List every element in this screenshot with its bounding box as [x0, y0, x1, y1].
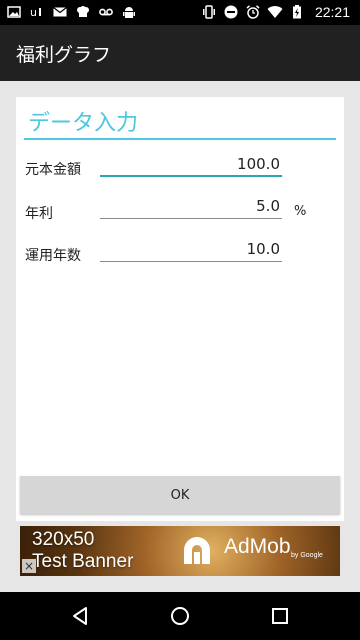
rate-input[interactable]: 5.0: [100, 197, 282, 219]
admob-brand: AdMob: [224, 535, 291, 558]
principal-underline: [100, 175, 282, 177]
do-not-disturb-icon: [223, 4, 239, 20]
years-value: 10.0: [246, 240, 280, 258]
ad-test-text: Test Banner: [32, 551, 134, 572]
alarm-icon: [245, 4, 261, 20]
status-bar: u 22:21: [0, 0, 360, 25]
back-icon[interactable]: [68, 604, 92, 628]
svg-text:u: u: [30, 6, 37, 19]
android-icon: [121, 4, 137, 20]
years-input[interactable]: 10.0: [100, 240, 282, 262]
battery-charging-icon: [289, 4, 305, 20]
rate-unit: %: [294, 204, 307, 219]
ad-size-text: 320x50: [32, 529, 95, 550]
rate-underline: [100, 218, 282, 219]
app-title: 福利グラフ: [16, 44, 112, 66]
navigation-bar: [0, 592, 360, 640]
section-divider: [24, 138, 336, 140]
status-time: 22:21: [314, 4, 350, 20]
vibrate-icon: [201, 4, 217, 20]
home-icon[interactable]: [168, 604, 192, 628]
image-icon: [6, 4, 22, 20]
chef-icon: [75, 4, 91, 20]
years-underline: [100, 261, 282, 262]
admob-logo-icon: [180, 534, 216, 568]
rate-label: 年利: [25, 206, 53, 222]
principal-input[interactable]: 100.0: [100, 155, 282, 177]
principal-label: 元本金額: [25, 162, 81, 178]
admob-by-google: by Google: [291, 552, 323, 559]
rate-value: 5.0: [256, 197, 280, 215]
voicemail-icon: [98, 4, 114, 20]
ad-banner[interactable]: 320x50 Test Banner × AdMob by Google: [20, 526, 340, 576]
ok-button[interactable]: OK: [20, 476, 340, 514]
years-label: 運用年数: [25, 248, 81, 264]
wifi-icon: [267, 4, 283, 20]
principal-value: 100.0: [237, 155, 280, 173]
usb-icon: u: [29, 4, 45, 20]
app-bar: 福利グラフ: [0, 25, 360, 81]
ad-close-icon[interactable]: ×: [22, 559, 36, 573]
recents-icon[interactable]: [268, 604, 292, 628]
mail-icon: [52, 4, 68, 20]
input-card: データ入力 元本金額 100.0 年利 5.0 % 運用年数 10.0: [16, 97, 344, 521]
section-title: データ入力: [28, 111, 139, 136]
